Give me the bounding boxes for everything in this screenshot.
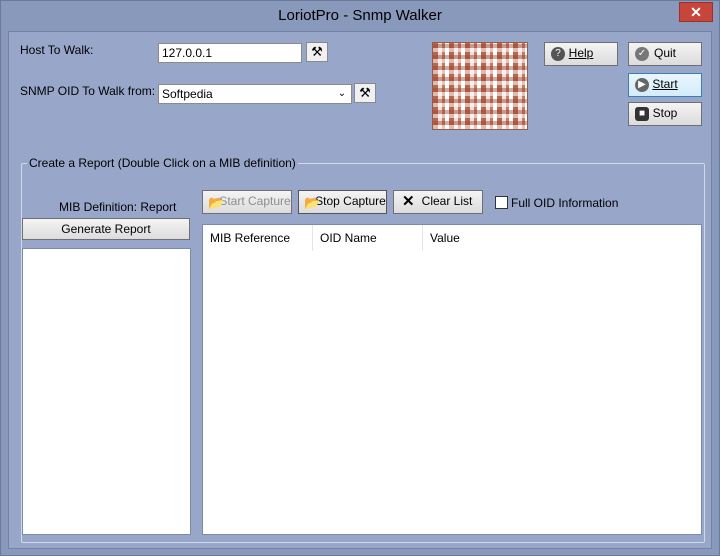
close-window-button[interactable]: ✕ [679, 2, 713, 22]
chevron-down-icon[interactable]: ⌄ [335, 87, 349, 101]
client-area: Host To Walk: 127.0.0.1 ⚒ SNMP OID To Wa… [8, 31, 712, 549]
quit-button[interactable]: ✓ Quit [628, 42, 702, 66]
create-report-group-title: Create a Report (Double Click on a MIB d… [27, 156, 298, 170]
check-icon: ✓ [635, 47, 649, 61]
question-icon: ? [551, 47, 565, 61]
column-header-value[interactable]: Value [423, 225, 701, 251]
results-table[interactable]: MIB Reference OID Name Value [202, 224, 702, 535]
oid-label: SNMP OID To Walk from: [20, 84, 156, 98]
mib-definition-label: MIB Definition: Report [59, 200, 177, 214]
full-oid-checkbox[interactable] [495, 196, 508, 209]
magic-wand-icon: ⚒ [359, 85, 371, 100]
close-icon: ✕ [690, 4, 702, 20]
stop-icon: ■ [635, 107, 649, 121]
generate-report-button[interactable]: Generate Report [22, 218, 190, 240]
help-button-label: Help [568, 46, 594, 60]
start-capture-button[interactable]: 📂 Start Capture [202, 190, 292, 214]
full-oid-label: Full OID Information [511, 196, 619, 210]
play-icon: ▶ [635, 78, 649, 92]
title-bar[interactable]: LoriotPro - Snmp Walker ✕ [1, 1, 719, 31]
column-header-oid-name[interactable]: OID Name [313, 225, 423, 251]
stop-button[interactable]: ■ Stop [628, 102, 702, 126]
magic-wand-icon: ⚒ [311, 44, 323, 59]
host-label: Host To Walk: [20, 43, 94, 57]
start-button-label: Start [652, 77, 678, 91]
folder-open-icon: 📂 [208, 195, 225, 210]
oid-select[interactable]: Softpedia ⌄ [158, 84, 352, 104]
app-window: LoriotPro - Snmp Walker ✕ Host To Walk: … [0, 0, 720, 556]
window-title: LoriotPro - Snmp Walker [278, 7, 442, 24]
oid-select-value: Softpedia [162, 87, 213, 101]
help-button[interactable]: ? Help [544, 42, 618, 66]
quit-button-label: Quit [653, 46, 676, 60]
start-button[interactable]: ▶ Start [628, 73, 702, 97]
animated-logo-image [432, 42, 528, 130]
stop-button-label: Stop [652, 106, 678, 120]
generate-report-label: Generate Report [61, 222, 151, 236]
x-mark-icon: ✕ [402, 193, 415, 210]
column-header-mib-reference[interactable]: MIB Reference [203, 225, 313, 251]
folder-open-icon: 📂 [304, 195, 321, 210]
oid-wand-button[interactable]: ⚒ [354, 83, 376, 103]
clear-list-button[interactable]: ✕ Clear List [393, 190, 483, 214]
host-input[interactable]: 127.0.0.1 [158, 43, 302, 63]
mib-definition-list[interactable] [22, 248, 191, 535]
stop-capture-button[interactable]: 📂 Stop Capture [298, 190, 387, 214]
host-wand-button[interactable]: ⚒ [306, 42, 328, 62]
